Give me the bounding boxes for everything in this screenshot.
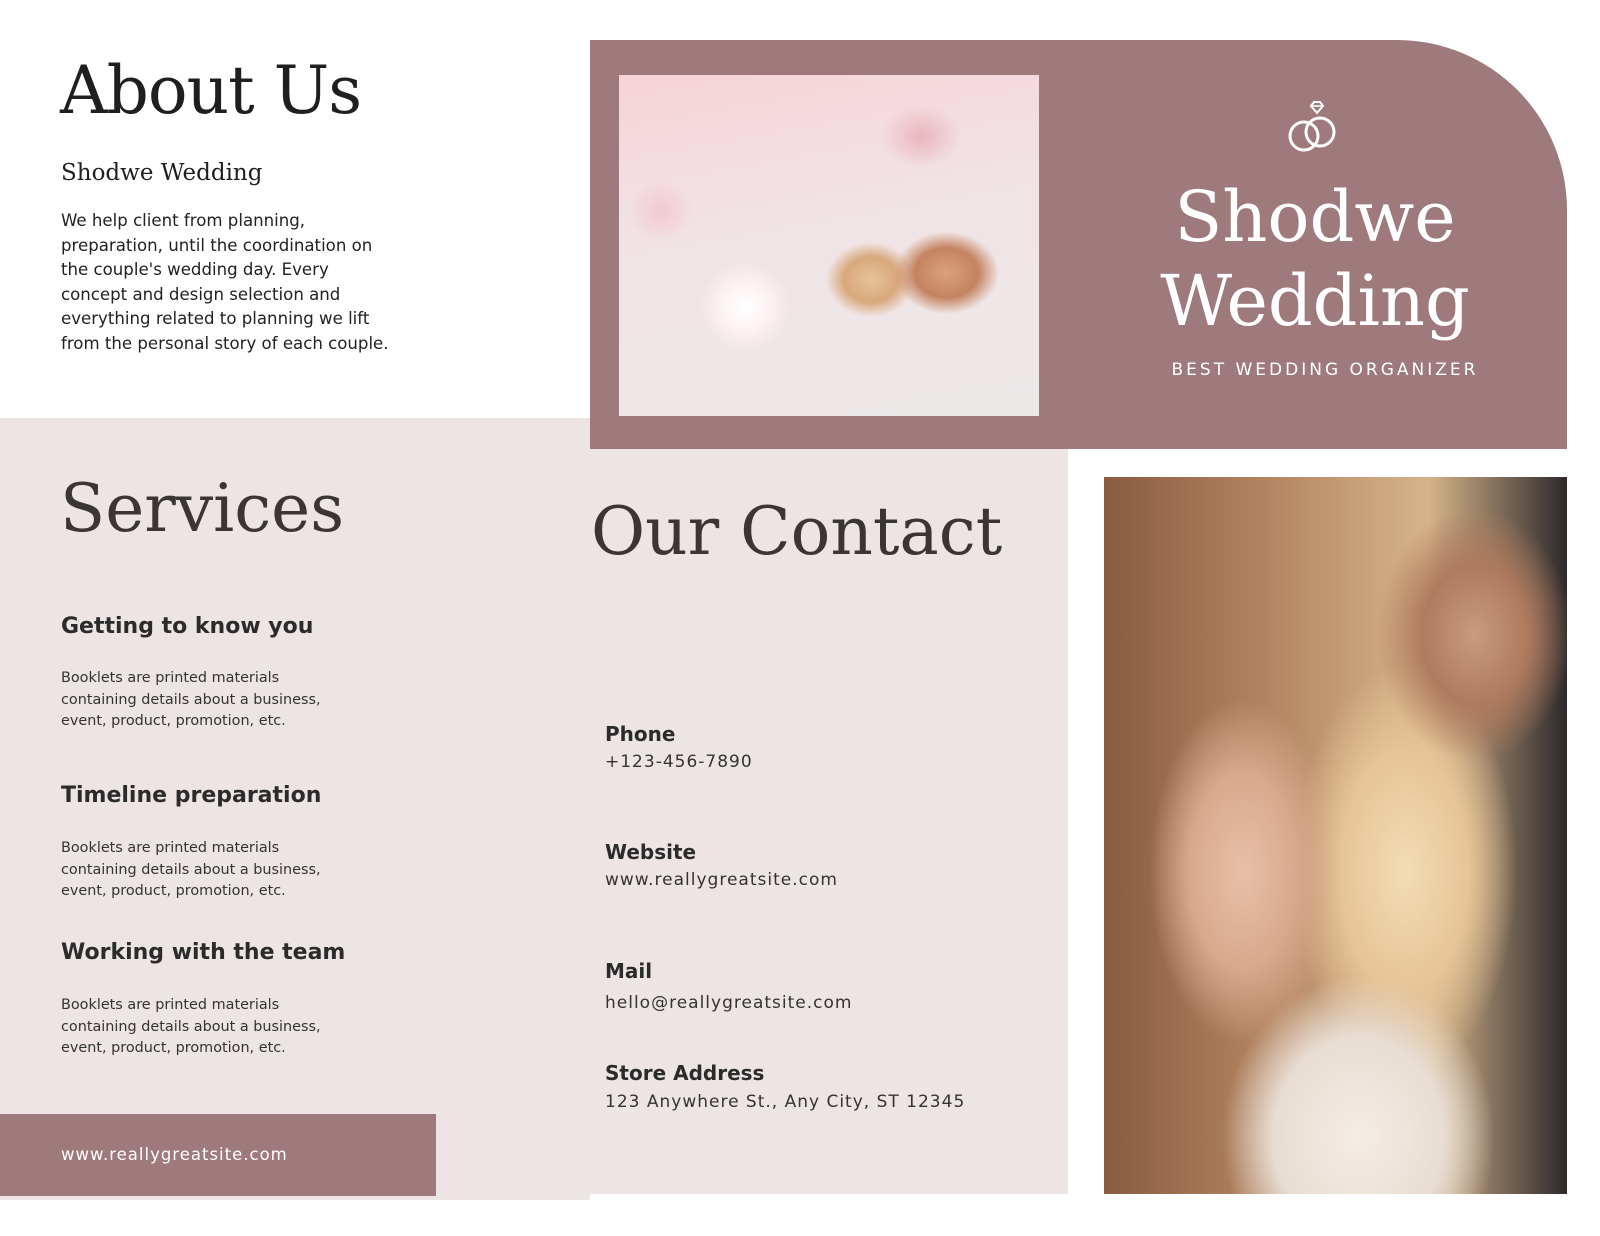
hero-tagline: BEST WEDDING ORGANIZER [1171, 360, 1479, 380]
about-title: About Us [60, 52, 362, 129]
contact-title: Our Contact [591, 493, 1003, 570]
contact-value-mail[interactable]: hello@reallygreatsite.com [605, 993, 852, 1013]
about-body: We help client from planning, preparatio… [61, 211, 389, 353]
service-heading-working-with-the-team: Working with the team [61, 940, 346, 965]
contact-value-address: 123 Anywhere St., Any City, ST 12345 [605, 1092, 966, 1112]
contact-label-website: Website [605, 840, 697, 864]
service-heading-timeline-preparation: Timeline preparation [61, 783, 322, 808]
footer-website-link[interactable]: www.reallygreatsite.com [61, 1145, 288, 1164]
couple-photo [1104, 477, 1567, 1194]
services-title: Services [60, 470, 345, 547]
about-subtitle: Shodwe Wedding [61, 160, 263, 186]
wedding-rings-icon [1288, 101, 1336, 152]
contact-value-phone[interactable]: +123-456-7890 [605, 752, 753, 772]
service-heading-getting-to-know-you: Getting to know you [61, 614, 314, 639]
contact-label-mail: Mail [605, 959, 653, 983]
contact-value-website[interactable]: www.reallygreatsite.com [605, 870, 838, 890]
service-description: Booklets are printed materials containin… [61, 840, 321, 899]
wedding-rings-photo [619, 75, 1039, 416]
contact-label-address: Store Address [605, 1061, 765, 1085]
hero-title: Shodwe Wedding [1160, 176, 1470, 342]
service-description: Booklets are printed materials containin… [61, 670, 321, 729]
contact-label-phone: Phone [605, 722, 676, 746]
service-description: Booklets are printed materials containin… [61, 997, 321, 1056]
